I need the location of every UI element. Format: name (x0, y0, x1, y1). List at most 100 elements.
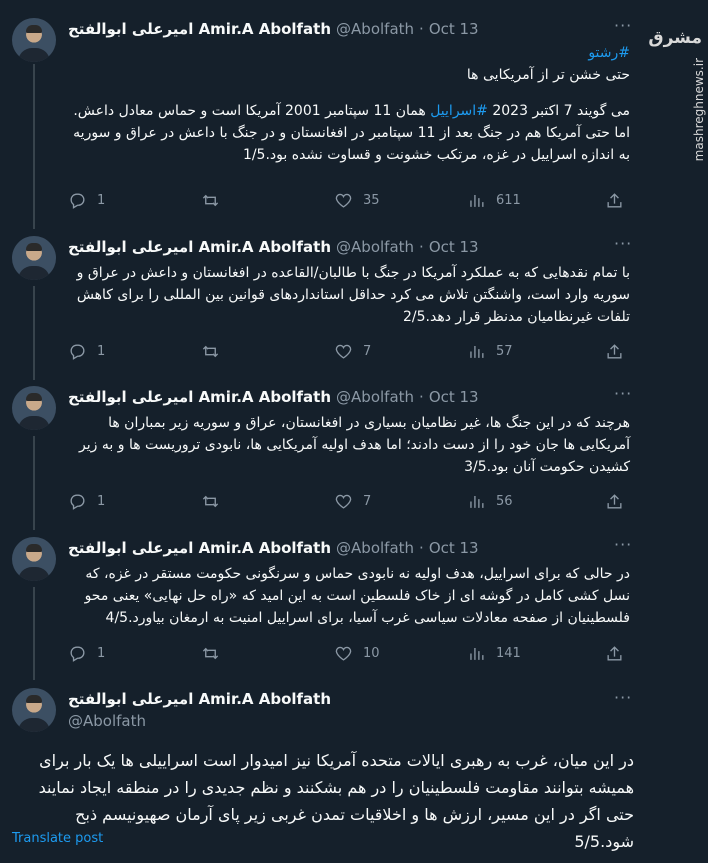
more-options-icon[interactable]: ··· (614, 688, 632, 707)
tweet-header: امیرعلی ابوالفتح Amir.A Abolfath @Abolfa… (68, 18, 479, 40)
reply-icon (70, 192, 85, 209)
tweet-text: در این میان، غرب به رهبری ایالات متحده آ… (38, 751, 634, 851)
tweet-date[interactable]: Oct 13 (429, 20, 479, 38)
handle[interactable]: @Abolfath (336, 20, 414, 38)
handle[interactable]: @Abolfath (336, 238, 414, 256)
heart-icon (335, 344, 352, 359)
heart-icon (335, 494, 352, 509)
heart-icon (335, 646, 352, 661)
avatar[interactable] (12, 386, 56, 430)
reply-count: 1 (97, 343, 106, 359)
tweet-actions: 1 10 141 (68, 643, 634, 663)
reply-icon (70, 493, 85, 510)
tweet-line: حتی خشن تر از آمریکایی ها (466, 67, 630, 83)
handle[interactable]: @Abolfath (336, 388, 414, 406)
views-button[interactable]: 141 (467, 643, 600, 663)
separator-dot: · (419, 238, 424, 256)
avatar[interactable] (12, 236, 56, 280)
like-button[interactable]: 7 (334, 491, 467, 511)
translate-post-link[interactable]: Translate post (12, 831, 103, 846)
tweet-line: اما حتی آمریکا هم در جنگ بعد از 11 سپتام… (73, 125, 630, 163)
view-count: 141 (496, 645, 521, 661)
watermark-logo: مشرق (648, 28, 702, 48)
share-button[interactable] (605, 491, 634, 511)
like-count: 7 (363, 493, 372, 509)
like-button[interactable]: 35 (334, 190, 467, 210)
tweet-line: همان 11 سپتامبر 2001 آمریکا است و حماس م… (73, 103, 431, 119)
display-name[interactable]: امیرعلی ابوالفتح Amir.A Abolfath (68, 388, 331, 406)
more-options-icon[interactable]: ··· (614, 16, 632, 35)
views-icon (470, 345, 484, 358)
views-icon (470, 495, 484, 508)
views-button[interactable]: 611 (467, 190, 600, 210)
avatar[interactable] (12, 537, 56, 581)
more-options-icon[interactable]: ··· (614, 535, 632, 554)
reply-icon (70, 343, 85, 360)
watermark: مشرق mashreghnews.ir (648, 28, 708, 161)
view-count: 57 (496, 343, 513, 359)
handle[interactable]: @Abolfath (68, 712, 146, 730)
tweet-date[interactable]: Oct 13 (429, 238, 479, 256)
avatar[interactable] (12, 18, 56, 62)
tweet-header: امیرعلی ابوالفتح Amir.A Abolfath @Abolfa… (68, 236, 479, 258)
share-icon (607, 645, 622, 661)
reply-button[interactable]: 1 (68, 491, 201, 511)
tweet-text: هرچند که در این جنگ ها، غیر نظامیان بسیا… (79, 415, 630, 475)
tweet-text: با تمام نقدهایی که به عملکرد آمریکا در ج… (76, 265, 630, 325)
reply-count: 1 (97, 192, 106, 208)
tweet-date[interactable]: Oct 13 (429, 539, 479, 557)
separator-dot: · (419, 20, 424, 38)
share-button[interactable] (605, 341, 634, 361)
retweet-button[interactable] (201, 491, 334, 511)
separator-dot: · (419, 388, 424, 406)
display-name[interactable]: امیرعلی ابوالفتح Amir.A Abolfath (68, 690, 331, 708)
retweet-icon (202, 495, 219, 507)
views-button[interactable]: 56 (467, 491, 600, 511)
tweet-actions: 1 35 611 (68, 190, 634, 210)
like-count: 10 (363, 645, 380, 661)
retweet-button[interactable] (201, 190, 334, 210)
display-name[interactable]: امیرعلی ابوالفتح Amir.A Abolfath (68, 20, 331, 38)
tweet-text: در حالی که برای اسراییل، هدف اولیه نه نا… (84, 566, 630, 626)
reply-button[interactable]: 1 (68, 341, 201, 361)
hashtag-link[interactable]: #رشتو (588, 45, 630, 61)
tweet-actions: 1 7 57 (68, 341, 634, 361)
thread-line (33, 286, 35, 380)
tweet-date[interactable]: Oct 13 (429, 388, 479, 406)
retweet-button[interactable] (201, 643, 334, 663)
tweet-text: #رشتو حتی خشن تر از آمریکایی ها می گویند… (68, 42, 630, 166)
views-icon (470, 194, 484, 207)
reply-button[interactable]: 1 (68, 643, 201, 663)
reply-count: 1 (97, 645, 106, 661)
retweet-button[interactable] (201, 341, 334, 361)
more-options-icon[interactable]: ··· (614, 384, 632, 403)
views-button[interactable]: 57 (467, 341, 600, 361)
retweet-icon (202, 647, 219, 659)
retweet-icon (202, 345, 219, 357)
handle[interactable]: @Abolfath (336, 539, 414, 557)
like-button[interactable]: 7 (334, 341, 467, 361)
hashtag-link[interactable]: #اسراییل (430, 103, 488, 119)
display-name[interactable]: امیرعلی ابوالفتح Amir.A Abolfath (68, 238, 331, 256)
views-icon (470, 647, 484, 660)
more-options-icon[interactable]: ··· (614, 234, 632, 253)
tweet-actions: 1 7 56 (68, 491, 634, 511)
tweet-line: می گویند 7 اکتبر 2023 (487, 103, 630, 119)
reply-icon (70, 645, 85, 662)
like-count: 7 (363, 343, 372, 359)
like-count: 35 (363, 192, 380, 208)
view-count: 611 (496, 192, 521, 208)
display-name[interactable]: امیرعلی ابوالفتح Amir.A Abolfath (68, 539, 331, 557)
share-icon (607, 192, 622, 208)
share-button[interactable] (605, 190, 634, 210)
share-icon (607, 343, 622, 359)
reply-button[interactable]: 1 (68, 190, 201, 210)
retweet-icon (202, 194, 219, 206)
heart-icon (335, 193, 352, 208)
share-button[interactable] (605, 643, 634, 663)
like-button[interactable]: 10 (334, 643, 467, 663)
watermark-url: mashreghnews.ir (692, 58, 706, 162)
tweet-header: امیرعلی ابوالفتح Amir.A Abolfath @Abolfa… (68, 537, 479, 559)
avatar[interactable] (12, 688, 56, 732)
separator-dot: · (419, 539, 424, 557)
